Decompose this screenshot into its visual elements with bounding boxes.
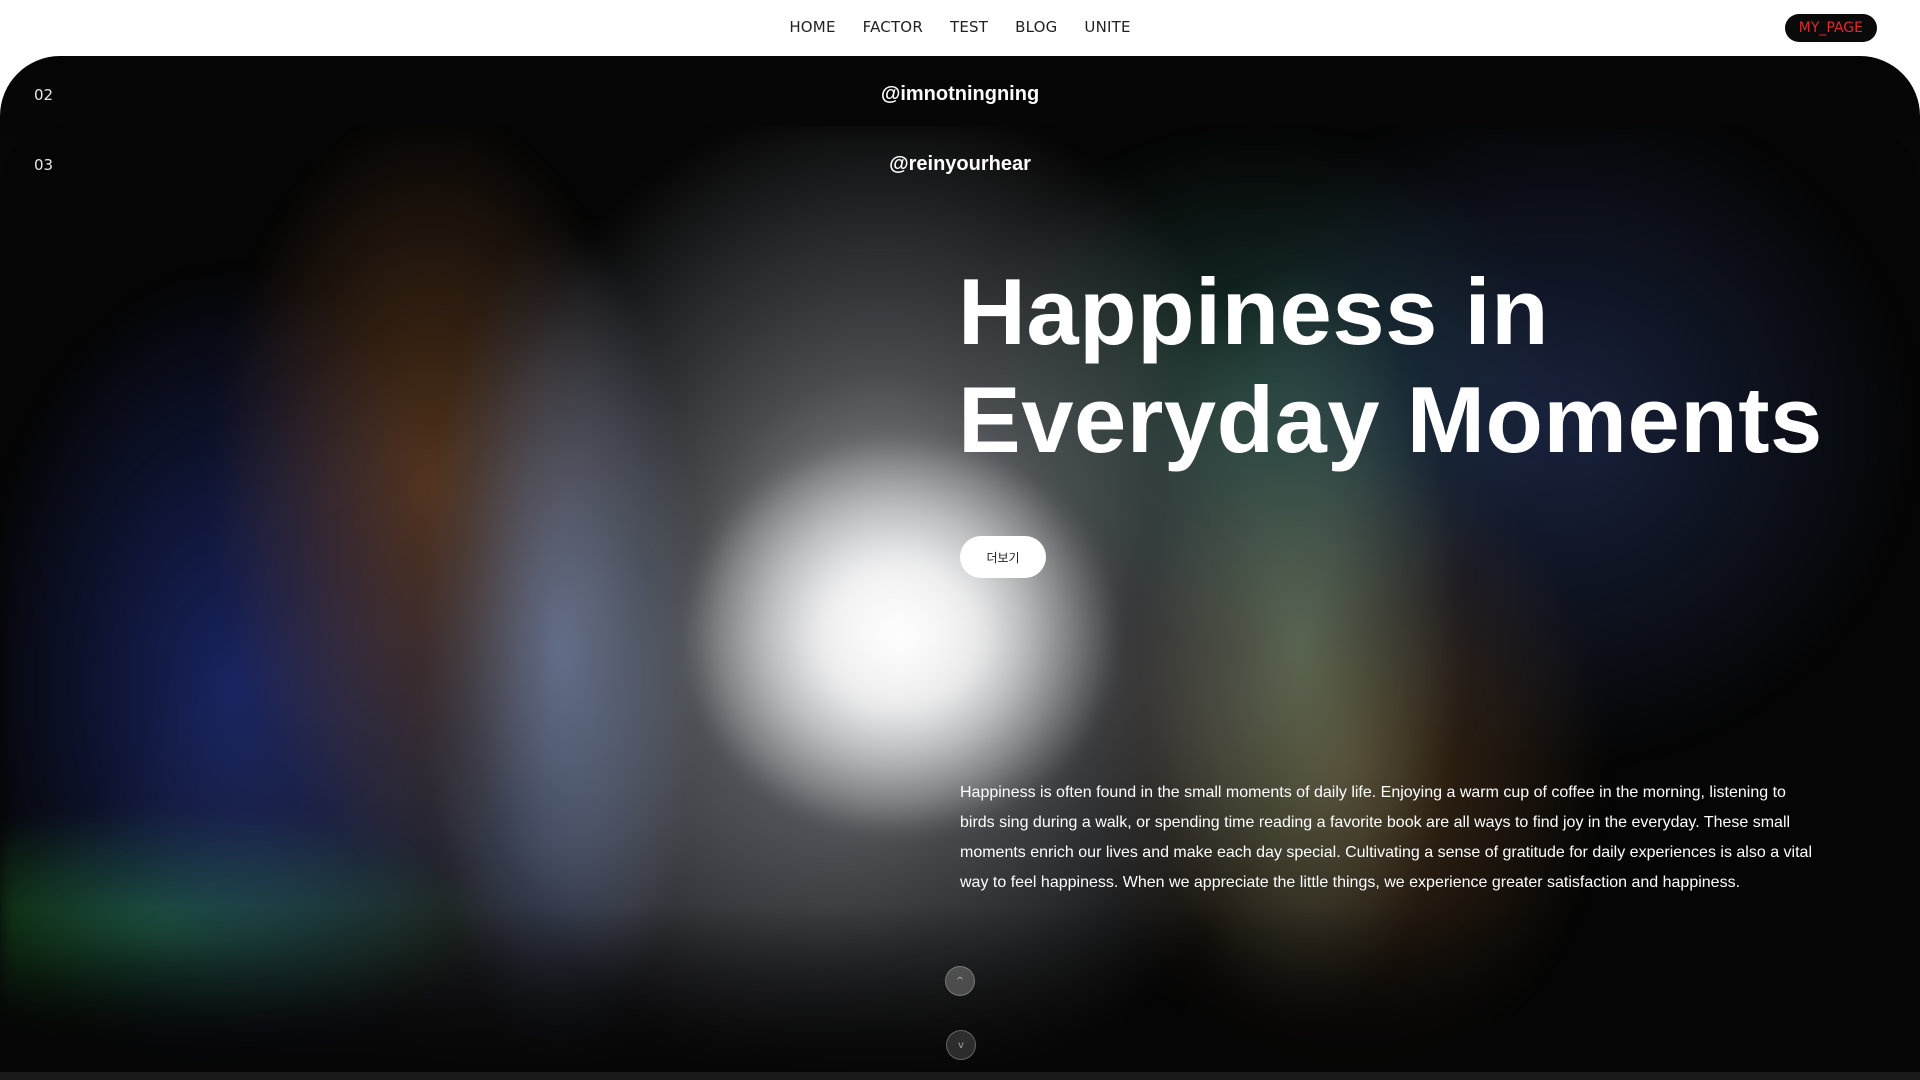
nav-unite-link[interactable]: UNITE bbox=[1084, 18, 1130, 36]
top-navigation: HOME FACTOR TEST BLOG UNITE MY_PAGE bbox=[0, 0, 1920, 56]
chevron-up-icon: ^ bbox=[955, 975, 965, 987]
bottom-edge bbox=[0, 1072, 1920, 1080]
nav-factor-link[interactable]: FACTOR bbox=[863, 18, 923, 36]
nav-home-link[interactable]: HOME bbox=[789, 18, 835, 36]
nav-blog-link[interactable]: BLOG bbox=[1015, 18, 1057, 36]
card-handle: @reinyourhear bbox=[889, 153, 1031, 175]
hero-title-line-1: Happiness in bbox=[958, 259, 1550, 364]
hero-title: Happiness in Everyday Moments bbox=[958, 258, 1823, 474]
hero-title-line-2: Everyday Moments bbox=[958, 367, 1823, 472]
main-nav: HOME FACTOR TEST BLOG UNITE bbox=[0, 0, 1920, 54]
hero-description: Happiness is often found in the small mo… bbox=[960, 784, 1812, 891]
nav-test-link[interactable]: TEST bbox=[950, 18, 988, 36]
card-handle: @imnotningning bbox=[880, 83, 1040, 105]
more-button[interactable]: 더보기 bbox=[960, 536, 1046, 578]
scroll-down-button[interactable]: v bbox=[946, 1030, 976, 1060]
my-page-button[interactable]: MY_PAGE bbox=[1784, 14, 1877, 42]
chevron-down-icon: v bbox=[958, 1039, 964, 1051]
scroll-up-button[interactable]: ^ bbox=[945, 966, 975, 996]
